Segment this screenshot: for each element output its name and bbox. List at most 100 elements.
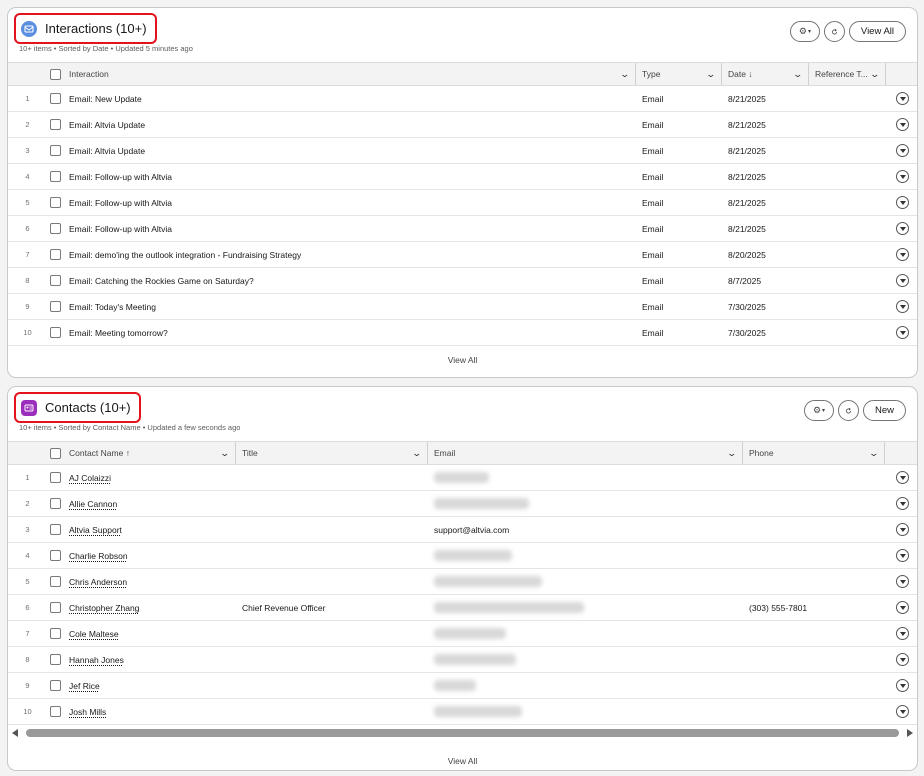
row-checkbox[interactable] <box>49 275 61 287</box>
contact-name-link[interactable]: Hannah Jones <box>69 655 124 665</box>
chevron-down-icon[interactable]: ⌄ <box>793 69 804 80</box>
row-menu-chevron-icon[interactable] <box>895 549 909 562</box>
select-all-checkbox[interactable] <box>49 68 61 80</box>
interaction-name[interactable]: Email: Meeting tomorrow? <box>63 319 636 346</box>
row-menu-chevron-icon[interactable] <box>896 92 909 105</box>
chevron-down-icon[interactable]: ⌄ <box>706 69 717 80</box>
col-email[interactable]: Email ⌄ <box>428 441 743 465</box>
interaction-name[interactable]: Email: Altvia Update <box>63 111 636 138</box>
contact-name-link[interactable]: AJ Colaizzi <box>69 473 111 483</box>
row-menu-chevron-icon[interactable] <box>896 196 909 209</box>
row-menu-chevron-icon[interactable] <box>896 118 909 131</box>
gear-menu-button[interactable]: ⚙ ▾ <box>803 400 834 421</box>
gear-menu-button[interactable]: ⚙ ▾ <box>789 21 820 42</box>
interaction-name[interactable]: Email: New Update <box>63 85 636 112</box>
row-checkbox[interactable] <box>49 301 61 313</box>
row-menu-chevron-icon[interactable] <box>895 523 909 536</box>
interaction-name[interactable]: Email: Follow-up with Altvia <box>63 163 636 190</box>
row-checkbox[interactable] <box>49 524 61 536</box>
scroll-thumb[interactable] <box>26 729 899 737</box>
interaction-type: Email <box>636 163 722 190</box>
row-checkbox[interactable] <box>49 498 61 510</box>
contact-name-cell: Josh Mills <box>63 698 236 725</box>
row-checkbox[interactable] <box>49 197 61 209</box>
interaction-reference <box>809 111 886 138</box>
contact-name-link[interactable]: Chris Anderson <box>69 577 127 587</box>
col-phone[interactable]: Phone ⌄ <box>743 441 885 465</box>
scroll-left-arrow-icon[interactable] <box>12 729 18 737</box>
row-menu-chevron-icon[interactable] <box>895 471 909 484</box>
contact-name-link[interactable]: Altvia Support <box>69 525 122 535</box>
interaction-name[interactable]: Email: demo'ing the outlook integration … <box>63 241 636 268</box>
interactions-view-all-link[interactable]: View All <box>8 346 917 374</box>
contacts-view-all-link[interactable]: View All <box>8 747 917 770</box>
row-checkbox[interactable] <box>49 472 61 484</box>
contact-email <box>428 620 743 647</box>
col-type[interactable]: Type ⌄ <box>636 62 722 86</box>
table-row: 2 Email: Altvia Update Email 8/21/2025 <box>8 111 917 138</box>
view-all-button[interactable]: View All <box>848 21 906 42</box>
row-menu-chevron-icon[interactable] <box>895 601 909 614</box>
row-menu-chevron-icon[interactable] <box>895 653 909 666</box>
row-checkbox[interactable] <box>49 327 61 339</box>
select-all-checkbox[interactable] <box>49 447 61 459</box>
row-menu-chevron-icon[interactable] <box>896 326 909 339</box>
row-checkbox[interactable] <box>49 654 61 666</box>
contact-name-link[interactable]: Charlie Robson <box>69 551 128 561</box>
row-menu-chevron-icon[interactable] <box>896 300 909 313</box>
chevron-down-icon[interactable]: ⌄ <box>869 448 880 459</box>
row-checkbox[interactable] <box>49 680 61 692</box>
refresh-button[interactable] <box>823 21 845 42</box>
col-contact-name[interactable]: Contact Name ↑ ⌄ <box>63 441 236 465</box>
chevron-down-icon[interactable]: ⌄ <box>220 448 231 459</box>
contact-name-link[interactable]: Josh Mills <box>69 707 106 717</box>
row-menu-chevron-icon[interactable] <box>895 679 909 692</box>
contact-title: Chief Revenue Officer <box>236 594 428 621</box>
horizontal-scrollbar[interactable] <box>8 727 917 739</box>
contact-name-link[interactable]: Cole Maltese <box>69 629 119 639</box>
row-checkbox[interactable] <box>49 576 61 588</box>
col-title[interactable]: Title ⌄ <box>236 441 428 465</box>
interaction-name[interactable]: Email: Today's Meeting <box>63 293 636 320</box>
interaction-name[interactable]: Email: Altvia Update <box>63 137 636 164</box>
row-menu-chevron-icon[interactable] <box>895 627 909 640</box>
row-menu-chevron-icon[interactable] <box>895 497 909 510</box>
row-checkbox[interactable] <box>49 171 61 183</box>
contact-name-link[interactable]: Christopher Zhang <box>69 603 139 613</box>
row-checkbox[interactable] <box>49 145 61 157</box>
row-checkbox[interactable] <box>49 223 61 235</box>
interaction-name[interactable]: Email: Catching the Rockies Game on Satu… <box>63 267 636 294</box>
contact-name-link[interactable]: Jef Rice <box>69 681 100 691</box>
row-menu-chevron-icon[interactable] <box>896 274 909 287</box>
col-date[interactable]: Date ↓ ⌄ <box>722 62 809 86</box>
interaction-name[interactable]: Email: Follow-up with Altvia <box>63 215 636 242</box>
chevron-down-icon[interactable]: ⌄ <box>727 448 738 459</box>
table-row: 1 Email: New Update Email 8/21/2025 <box>8 85 917 112</box>
interactions-title[interactable]: Interactions (10+) <box>45 21 147 36</box>
row-menu-chevron-icon[interactable] <box>895 575 909 588</box>
chevron-down-icon[interactable]: ⌄ <box>412 448 423 459</box>
col-interaction[interactable]: Interaction ⌄ <box>63 62 636 86</box>
chevron-down-icon[interactable]: ⌄ <box>620 69 631 80</box>
row-menu-chevron-icon[interactable] <box>896 144 909 157</box>
row-checkbox[interactable] <box>49 249 61 261</box>
row-checkbox[interactable] <box>49 602 61 614</box>
row-checkbox[interactable] <box>49 706 61 718</box>
row-menu-chevron-icon[interactable] <box>896 170 909 183</box>
new-contact-button[interactable]: New <box>862 400 906 421</box>
row-checkbox[interactable] <box>49 119 61 131</box>
chevron-down-icon[interactable]: ⌄ <box>870 69 881 80</box>
interaction-name[interactable]: Email: Follow-up with Altvia <box>63 189 636 216</box>
row-menu-chevron-icon[interactable] <box>895 705 909 718</box>
row-menu-chevron-icon[interactable] <box>896 248 909 261</box>
col-reference[interactable]: Reference T... ⌄ <box>809 62 886 86</box>
row-number: 2 <box>8 111 47 138</box>
row-checkbox[interactable] <box>49 628 61 640</box>
row-checkbox[interactable] <box>49 93 61 105</box>
refresh-button[interactable] <box>837 400 859 421</box>
row-checkbox[interactable] <box>49 550 61 562</box>
contact-name-link[interactable]: Allie Cannon <box>69 499 117 509</box>
contacts-title[interactable]: Contacts (10+) <box>45 400 131 415</box>
scroll-right-arrow-icon[interactable] <box>907 729 913 737</box>
row-menu-chevron-icon[interactable] <box>896 222 909 235</box>
